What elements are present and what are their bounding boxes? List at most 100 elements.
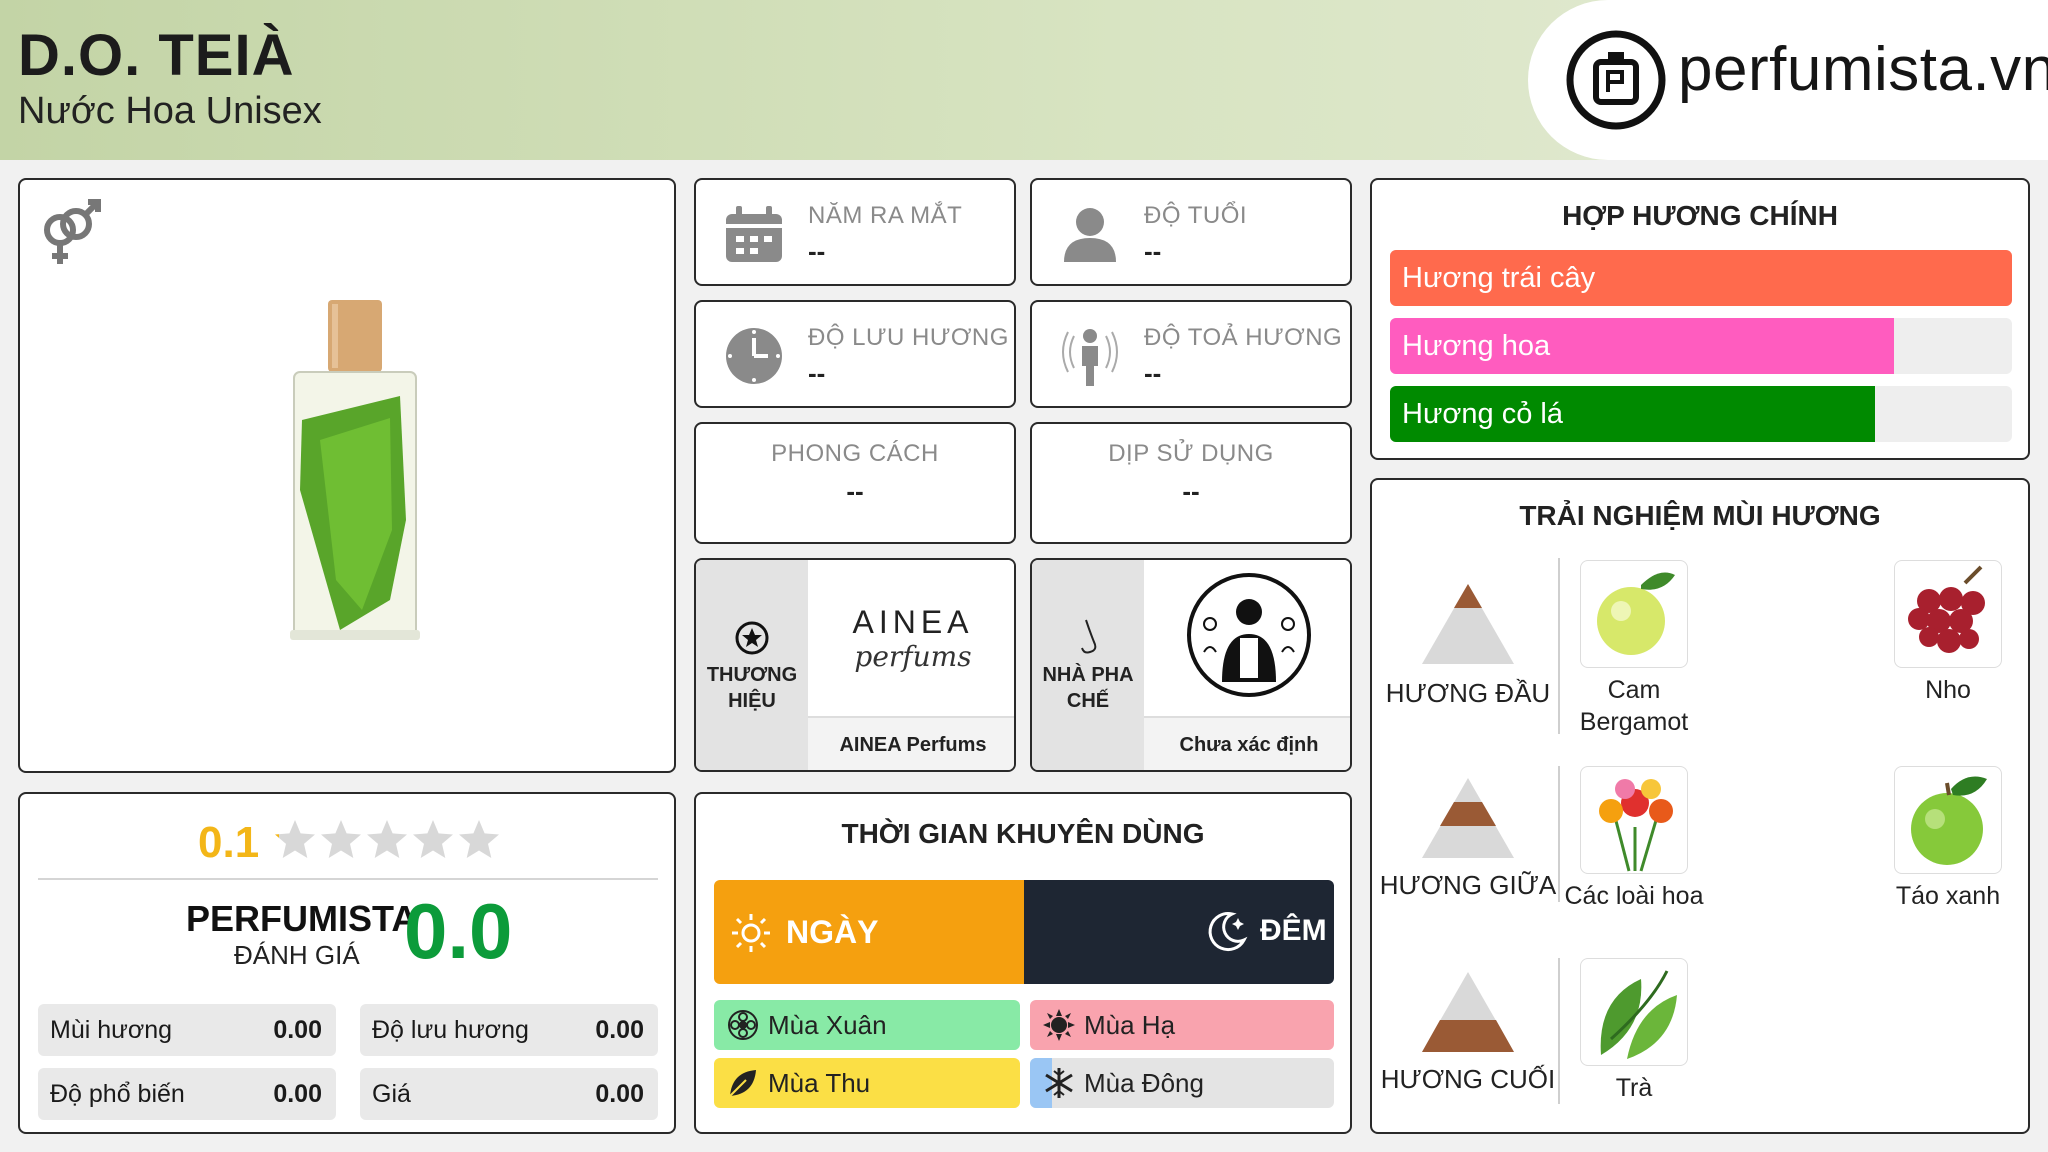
- brand-name-strip: AINEA Perfums: [808, 716, 1014, 770]
- middle-notes-label: HƯƠNG GIỮA: [1379, 870, 1557, 900]
- brand-card[interactable]: THƯƠNG HIỆU AINEA perfums AINEA Perfums: [694, 558, 1016, 772]
- perfumista-score: 0.0: [404, 887, 513, 975]
- season-label: Mùa Đông: [1084, 1068, 1204, 1098]
- main-accords-card: HỢP HƯƠNG CHÍNH Hương trái cây Hương hoa H…: [1370, 178, 2030, 460]
- scent-notes-title: TRẢI NGHIỆM MÙI HƯƠNG: [1519, 500, 1881, 531]
- rating-card: 0.1 PERFUMISTA ĐÁNH GIÁ 0.0 Mùi hương 0.…: [18, 792, 676, 1134]
- rating-row-value: 0.00: [595, 1080, 644, 1108]
- flower-icon: [728, 1010, 758, 1040]
- nose-icon: [1081, 619, 1097, 654]
- brand-logo[interactable]: perfumista.vn: [1528, 0, 2048, 160]
- star-icon[interactable]: [367, 820, 407, 858]
- launch-year-label: NĂM RA MẮT: [808, 202, 963, 229]
- brand-label-line2: HIỆU: [728, 690, 776, 712]
- rating-row-label: Giá: [372, 1080, 411, 1108]
- bergamot-image: [1580, 560, 1688, 668]
- perfumer-label-line1: NHÀ PHA: [1042, 664, 1134, 686]
- perfumer-name-strip: Chưa xác định: [1144, 716, 1350, 770]
- age-label: ĐỘ TUỔI: [1144, 202, 1248, 229]
- day-night-bar: NGÀY ĐÊM: [714, 880, 1334, 984]
- time-of-use-card: THỜI GIAN KHUYÊN DÙNG NGÀY ĐÊM Mùa Xuân …: [694, 792, 1352, 1134]
- user-rating-score: 0.1: [198, 818, 260, 867]
- ingredient-name-line1: Cam: [1607, 676, 1661, 704]
- green-apple-icon: [1911, 776, 1987, 865]
- perfumer-card[interactable]: NHÀ PHA CHẾ Chưa xác định: [1030, 558, 1352, 772]
- rating-row-value: 0.00: [273, 1016, 322, 1044]
- accord-bar: Hương trái cây: [1390, 250, 2012, 306]
- ingredient-name: Các loài hoa: [1564, 882, 1704, 910]
- age-card: ĐỘ TUỔI --: [1030, 178, 1352, 286]
- rating-row-price: Giá 0.00: [360, 1068, 658, 1120]
- star-icon[interactable]: [413, 820, 453, 858]
- season-autumn: Mùa Thu: [714, 1058, 1020, 1108]
- pyramid-top-icon: [1422, 584, 1514, 664]
- perfumer-portrait-area: [1144, 560, 1350, 716]
- ingredient-name: Táo xanh: [1895, 882, 2001, 910]
- perfume-title: D.O. TEIÀ: [18, 23, 295, 88]
- launch-year-card: NĂM RA MẮT --: [694, 178, 1016, 286]
- star-icon[interactable]: [459, 820, 499, 858]
- star-circle-icon: [735, 621, 769, 655]
- perfume-bottle-logo-icon: [1566, 30, 1666, 130]
- night-label: ĐÊM: [1260, 914, 1327, 947]
- sun-outline-icon: [732, 914, 770, 952]
- accord-label: Hương hoa: [1402, 330, 1551, 362]
- season-winter: Mùa Đông: [1030, 1058, 1334, 1108]
- perfumista-label: PERFUMISTA: [186, 898, 418, 939]
- pyramid-middle-icon: [1422, 778, 1514, 858]
- launch-year-value: --: [808, 236, 826, 266]
- rating-row-popularity: Độ phổ biến 0.00: [38, 1068, 336, 1120]
- rating-row-value: 0.00: [595, 1016, 644, 1044]
- scent-notes-card: TRẢI NGHIỆM MÙI HƯƠNG HƯƠNG ĐẦU Cam Berga…: [1370, 478, 2030, 1134]
- star-rating[interactable]: [274, 820, 504, 866]
- rating-row-scent: Mùi hương 0.00: [38, 1004, 336, 1056]
- brand-name: AINEA Perfums: [839, 734, 987, 756]
- perfumer-name: Chưa xác định: [1179, 734, 1319, 756]
- brand-label-panel: THƯƠNG HIỆU: [696, 560, 808, 770]
- time-of-use-title: THỜI GIAN KHUYÊN DÙNG: [841, 818, 1205, 849]
- review-label: ĐÁNH GIÁ: [234, 940, 360, 970]
- brand-label-line1: THƯƠNG: [706, 664, 798, 686]
- grape-icon: [1908, 565, 1985, 653]
- season-label: Mùa Xuân: [768, 1010, 887, 1040]
- main-accords-title: HỢP HƯƠNG CHÍNH: [1562, 200, 1838, 231]
- occasion-value: --: [1182, 476, 1200, 506]
- snowflake-icon: [1045, 1068, 1073, 1098]
- ingredient-name: Trà: [1615, 1074, 1653, 1102]
- star-icon[interactable]: [275, 820, 315, 858]
- accord-label: Hương cỏ lá: [1402, 398, 1563, 430]
- accord-bar: Hương hoa: [1390, 318, 2012, 374]
- tea-leaf-icon: [1600, 970, 1677, 1059]
- perfume-subtitle: Nước Hoa Unisex: [18, 90, 322, 132]
- season-spring: Mùa Xuân: [714, 1000, 1020, 1050]
- accord-bar: Hương cỏ lá: [1390, 386, 2012, 442]
- pyramid-base-icon: [1422, 972, 1514, 1052]
- day-segment: NGÀY: [714, 880, 1024, 984]
- user-icon: [1064, 208, 1116, 262]
- leaf-icon: [729, 1070, 756, 1097]
- ingredient-name-line2: Bergamot: [1579, 708, 1689, 736]
- star-icon[interactable]: [321, 820, 361, 858]
- sillage-card: ĐỘ TOẢ HƯƠNG --: [1030, 300, 1352, 408]
- rating-divider: [38, 878, 658, 880]
- day-label: NGÀY: [786, 914, 879, 950]
- stars-svg: [275, 820, 499, 858]
- calendar-icon: [726, 206, 782, 262]
- top-notes-label: HƯƠNG ĐẦU: [1385, 678, 1551, 708]
- style-card: PHONG CÁCH --: [694, 422, 1016, 544]
- brand-logo-area: AINEA perfums: [808, 560, 1014, 716]
- longevity-card: ĐỘ LƯU HƯƠNG --: [694, 300, 1016, 408]
- header-banner: D.O. TEIÀ Nước Hoa Unisex perfumista.vn: [0, 0, 2048, 160]
- perfumer-label-line2: CHẾ: [1066, 690, 1110, 712]
- logo-text: perfumista.vn: [1678, 35, 2048, 104]
- ingredient-name: Nho: [1925, 676, 1971, 704]
- perfumer-label-panel: NHÀ PHA CHẾ: [1032, 560, 1144, 770]
- season-label: Mùa Hạ: [1084, 1010, 1176, 1040]
- clock-icon: [726, 328, 782, 384]
- season-label: Mùa Thu: [768, 1068, 871, 1098]
- unisex-gender-icon: [44, 199, 101, 264]
- sillage-value: --: [1144, 358, 1162, 388]
- style-value: --: [846, 476, 864, 506]
- age-value: --: [1144, 236, 1162, 266]
- flowers-icon: [1599, 779, 1673, 872]
